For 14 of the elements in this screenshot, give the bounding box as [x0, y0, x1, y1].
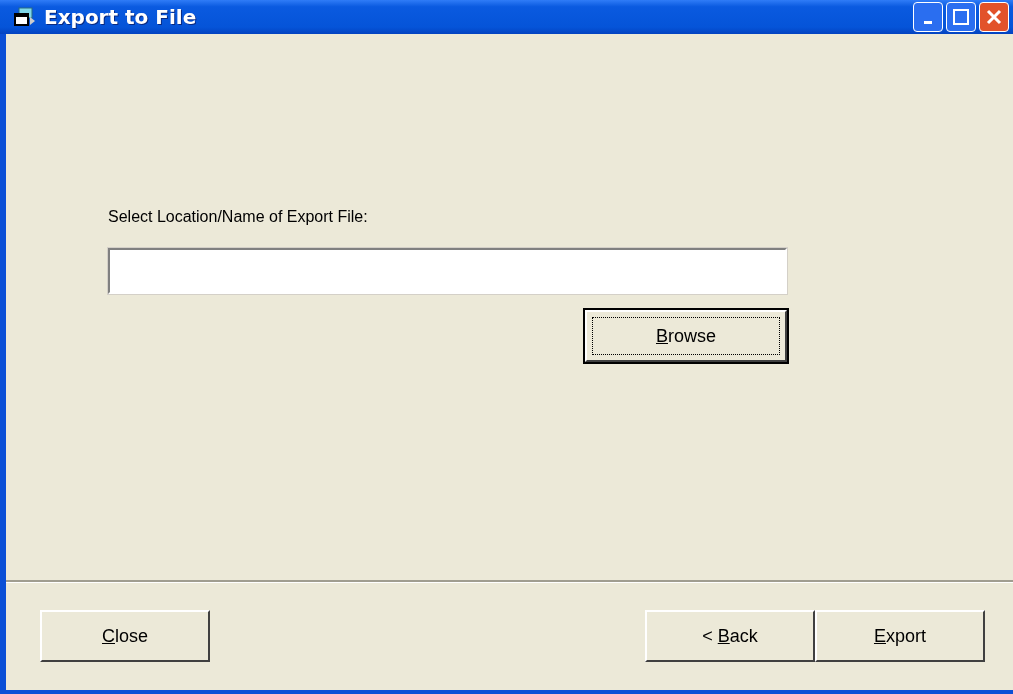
close-dialog-button[interactable]: Close: [40, 610, 210, 662]
maximize-icon: [953, 9, 969, 25]
back-button[interactable]: < Back: [645, 610, 815, 662]
maximize-button[interactable]: [946, 2, 976, 32]
window-title: Export to File: [44, 5, 198, 29]
export-button[interactable]: Export: [815, 610, 985, 662]
minimize-button[interactable]: [913, 2, 943, 32]
field-label: Select Location/Name of Export File:: [108, 208, 368, 226]
window-icon: [14, 7, 36, 27]
minimize-icon: [924, 20, 932, 24]
close-icon: [986, 9, 1002, 25]
close-button[interactable]: [979, 2, 1009, 32]
file-path-field[interactable]: [108, 248, 787, 294]
browse-button[interactable]: Browse: [585, 310, 787, 362]
